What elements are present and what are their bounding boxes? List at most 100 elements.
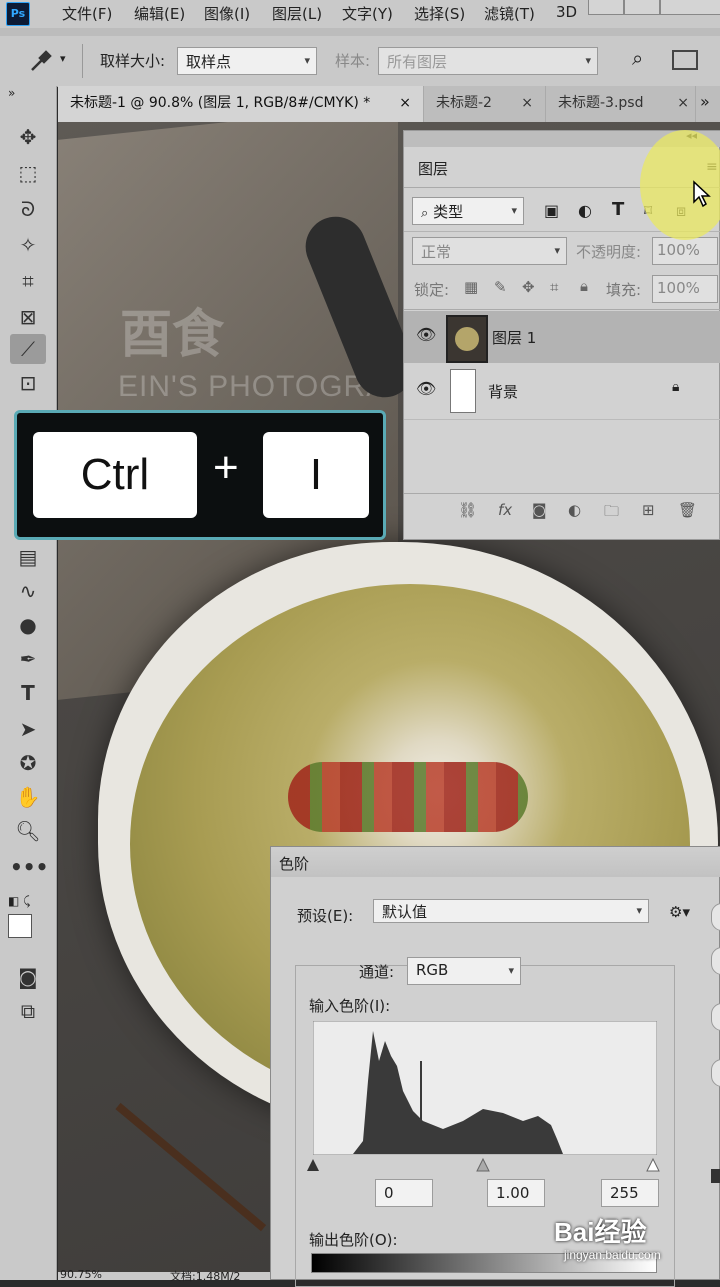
swap-colors-icon[interactable]: ◧ ⤹ [8,894,30,909]
ok-button[interactable] [711,903,720,931]
histogram [313,1021,657,1155]
marquee-tool-icon[interactable]: ⬚ [10,158,46,188]
auto-button[interactable] [711,1003,720,1031]
menu-file[interactable]: 文件(F) [62,3,112,24]
opacity-input[interactable]: 100% [652,237,718,265]
tab-layers[interactable]: 图层 [404,149,464,189]
black-point-slider[interactable] [307,1159,319,1171]
workspace-icon[interactable] [672,50,698,70]
menu-type[interactable]: 文字(Y) [342,3,393,24]
folder-icon[interactable]: 🗀 [604,501,619,526]
gradient-tool-icon[interactable]: ▤ [10,542,46,572]
sample-size-select[interactable]: 取样点 ▾ [177,47,317,75]
move-tool-icon[interactable]: ✥ [10,122,46,152]
cancel-button[interactable] [711,947,720,975]
close-icon[interactable]: × [677,86,689,120]
input-gamma-field[interactable]: 1.00 [487,1179,545,1207]
adjustment-filter-icon[interactable]: ◐ [578,201,592,220]
tab-overflow-icon[interactable]: » [700,92,710,111]
search-icon[interactable]: ⌕ [632,46,643,70]
status-bar: 90.75% 文档:1.48M/2 [58,1268,270,1283]
maximize-button[interactable] [624,0,660,15]
type-tool-icon[interactable]: T [10,678,46,708]
healing-tool-icon[interactable]: ⊡ [10,368,46,398]
collapse-icon[interactable]: » [8,86,15,100]
crop-tool-icon[interactable]: ⌗ [10,266,46,296]
lock-icon: 🔒︎ [672,379,680,395]
tab-document-1[interactable]: 未标题-1 @ 90.8% (图层 1, RGB/8#/CMYK) * × [58,86,424,122]
gear-icon[interactable]: ⚙▾ [669,903,690,921]
magic-wand-tool-icon[interactable]: ✧ [10,230,46,260]
close-window-button[interactable] [660,0,720,15]
watermark-title: 酉食 [120,307,225,364]
zoom-tool-icon[interactable]: 🔍︎ [10,816,46,846]
lock-label: 锁定: [414,281,450,299]
fx-icon[interactable]: fx [498,501,512,519]
lock-transparent-icon[interactable]: ▦ [464,278,478,296]
pixel-filter-icon[interactable]: ▣ [544,201,559,220]
white-point-slider[interactable] [646,1157,660,1172]
chevron-down-icon[interactable]: ▾ [60,52,66,65]
dialog-titlebar[interactable]: 色阶 [271,847,720,877]
lasso-tool-icon[interactable]: ᘐ [10,194,46,224]
tab-document-2[interactable]: 未标题-2 × [424,86,546,122]
menu-select[interactable]: 选择(S) [414,3,465,24]
close-icon[interactable]: × [521,86,533,120]
input-levels-label: 输入色阶(I): [309,997,391,1015]
tab-document-3[interactable]: 未标题-3.psd × [546,86,696,122]
channel-select[interactable]: RGB ▾ [407,957,521,985]
minimize-button[interactable] [588,0,624,15]
menu-image[interactable]: 图像(I) [204,3,250,24]
shape-tool-icon[interactable]: ✪ [10,748,46,778]
layer-name[interactable]: 背景 [488,381,518,402]
blur-tool-icon[interactable]: ∿ [10,576,46,606]
menu-filter[interactable]: 滤镜(T) [484,3,535,24]
options-button[interactable] [711,1059,720,1087]
lock-all-icon[interactable]: 🔒︎ [580,277,588,295]
layer-row[interactable]: 👁︎ 图层 1 [404,311,720,363]
fill-input[interactable]: 100% [652,275,718,303]
lock-artboard-icon[interactable]: ⌗ [550,278,558,296]
input-sliders[interactable] [305,1157,665,1173]
path-select-tool-icon[interactable]: ➤ [10,714,46,744]
pen-tool-icon[interactable]: ✒ [10,644,46,674]
screen-mode-icon[interactable]: ⧉ [10,996,46,1026]
preset-select[interactable]: 默认值 ▾ [373,899,649,923]
eyedropper-tool-icon[interactable]: ⟋ [10,334,46,364]
type-filter-icon[interactable]: T [612,199,624,220]
menu-edit[interactable]: 编辑(E) [134,3,185,24]
preview-checkbox[interactable] [711,1169,720,1183]
quick-mask-icon[interactable]: ◙ [10,962,46,992]
eyedropper-icon[interactable] [28,48,54,74]
adjustment-layer-icon[interactable]: ◐ [568,501,581,519]
dodge-tool-icon[interactable]: ● [10,610,46,640]
eye-icon[interactable]: 👁︎ [416,379,436,398]
trash-icon[interactable]: 🗑︎ [678,501,697,519]
lock-pixels-icon[interactable]: ✎ [494,278,507,296]
hand-tool-icon[interactable]: ✋ [10,782,46,812]
ctrl-key: Ctrl [33,432,197,518]
new-layer-icon[interactable]: ⊞ [642,501,655,519]
layer-filter-select[interactable]: ⌕ 类型 ▾ [412,197,524,225]
mask-icon[interactable]: ◙ [532,501,547,519]
layer-row[interactable]: 👁︎ 背景 🔒︎ [404,365,720,417]
more-tools-icon[interactable]: ••• [10,852,48,882]
gamma-slider[interactable] [476,1157,490,1172]
eye-icon[interactable]: 👁︎ [416,325,436,344]
link-layers-icon[interactable]: ⛓︎ [458,501,477,519]
input-white-field[interactable]: 255 [601,1179,659,1207]
input-black-field[interactable]: 0 [375,1179,433,1207]
document-tabs: 未标题-1 @ 90.8% (图层 1, RGB/8#/CMYK) * × 未标… [58,86,720,123]
layer-name[interactable]: 图层 1 [492,327,536,348]
foreground-color-swatch[interactable] [8,914,32,938]
close-icon[interactable]: × [399,86,411,120]
menu-layer[interactable]: 图层(L) [272,3,322,24]
blend-mode-select[interactable]: 正常 ▾ [412,237,567,265]
zoom-level[interactable]: 90.75% [60,1268,102,1281]
menu-3d[interactable]: 3D [556,3,577,21]
sample-select[interactable]: 所有图层 ▾ [378,47,598,75]
lock-position-icon[interactable]: ✥ [522,278,535,296]
channel-label: 通道: [359,963,395,981]
frame-tool-icon[interactable]: ⊠ [10,302,46,332]
baidu-url: jingyan.baidu.com [564,1248,661,1262]
